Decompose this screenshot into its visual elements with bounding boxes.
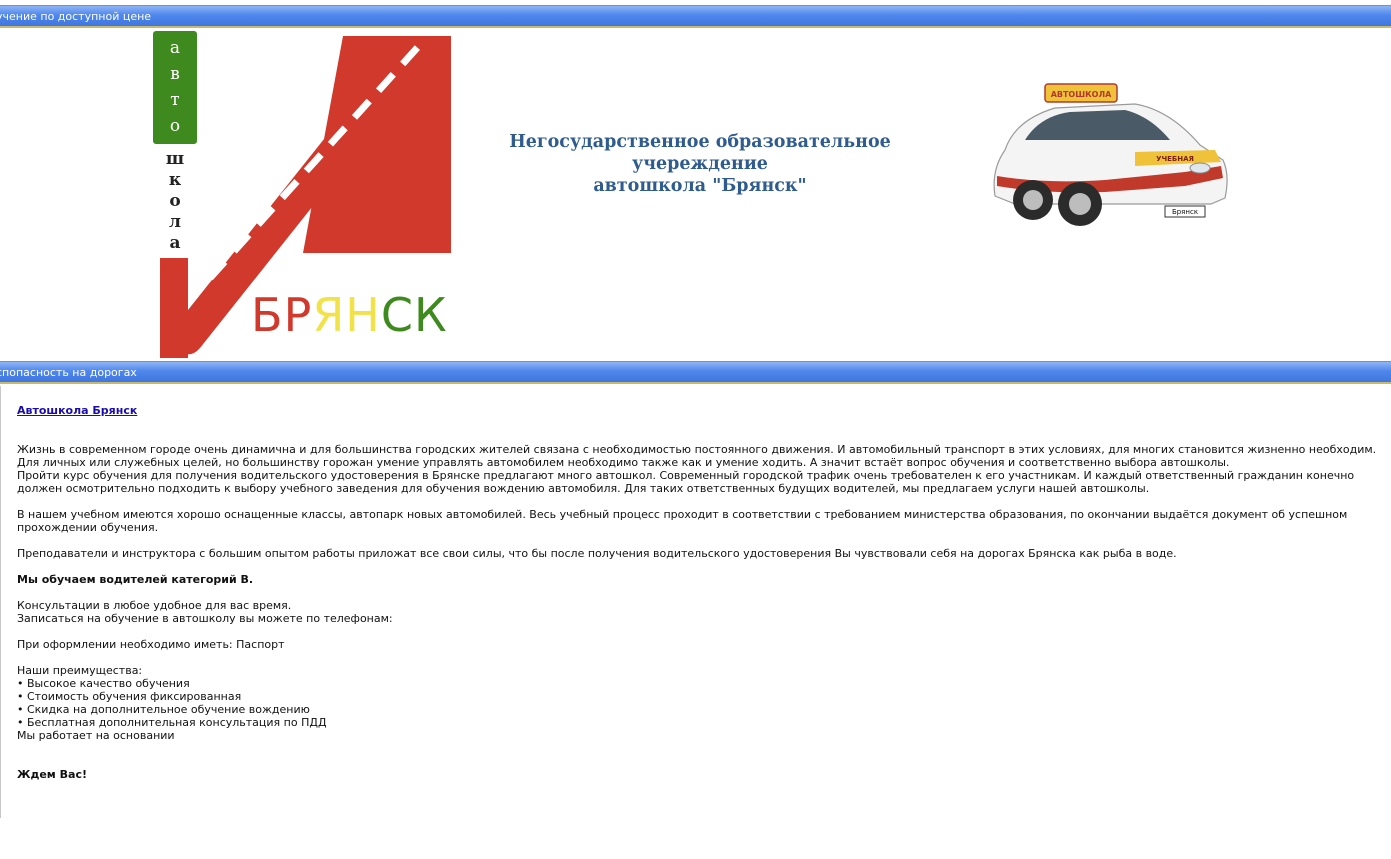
main-content: Автошкола Брянск Жизнь в современном гор… [0,386,1391,818]
car-headlight [1189,162,1211,174]
advantage-item: • Бесплатная дополнительная консультация… [17,716,327,729]
content-bar-text: спопасность на дорогах [0,366,137,379]
top-bar-text: учение по доступной цене [0,10,152,23]
advantage-item: • Скидка на дополнительное обучение вожд… [17,703,310,716]
logo-city-letter: Б [251,288,284,342]
paragraph-facilities: В нашем учебном имеются хорошо оснащенны… [17,508,1348,534]
logo-city-letter: К [414,288,448,342]
logo-letter-shkola: к [168,170,182,190]
institution-line-1: Негосударственное образовательное учереж… [509,132,891,174]
logo-city-letter: С [380,288,414,342]
institution-name: Негосударственное образовательное учереж… [460,131,940,197]
logo-letter-avto: т [170,90,180,110]
logo-letter-shkola: ш [165,149,185,169]
logo-letter-avto: в [170,64,180,84]
car-side-label: УЧЕБНАЯ [1156,155,1194,163]
header-banner: авто школа БРЯНСК Негосударственное обра… [0,28,1391,360]
advantage-item: • Высокое качество обучения [17,677,190,690]
school-logo: авто школа БРЯНСК [148,28,473,358]
car-plate-text: Брянск [1172,208,1198,216]
top-section-bar: учение по доступной цене [0,6,1391,28]
closing-text: Ждем Вас! [17,768,87,781]
logo-letter-avto: а [169,38,181,58]
logo-city-letter: Р [283,288,313,342]
advantage-item: • Стоимость обучения фиксированная [17,690,242,703]
logo-letter-shkola: а [169,233,181,253]
car-roof-sign-text: АВТОШКОЛА [1051,90,1112,99]
article-text: Автошкола Брянск Жизнь в современном гор… [17,404,1379,781]
documents-text: При оформлении необходимо иметь: Паспорт [17,638,285,651]
logo-city-letter: Я [312,288,346,342]
content-section-bar: спопасность на дорогах [0,362,1391,384]
advantages-title: Наши преимущества: [17,664,143,677]
categories-text: Мы обучаем водителей категорий B. [17,573,254,586]
paragraph-instructors: Преподаватели и инструктора с большим оп… [17,547,1177,560]
logo-letter-shkola: о [169,191,181,211]
training-car-image: АВТОШКОЛА УЧЕБНАЯ Брянск [993,83,1228,226]
logo-letter-shkola: л [169,212,181,232]
signup-text: Записаться на обучение в автошколу вы мо… [17,612,393,625]
logo-city-letter: Н [345,288,381,342]
institution-line-2: автошкола "Брянск" [593,176,807,196]
logo-city-name: БРЯНСК [251,290,448,340]
paragraph-intro: Жизнь в современном городе очень динамич… [17,443,1377,469]
school-title-link[interactable]: Автошкола Брянск [17,404,137,417]
paragraph-choice: Пройти курс обучения для получения водит… [17,469,1355,495]
basis-text: Мы работает на основании [17,729,175,742]
logo-letter-avto: о [169,116,181,136]
consultation-text: Консультации в любое удобное для вас вре… [17,599,292,612]
